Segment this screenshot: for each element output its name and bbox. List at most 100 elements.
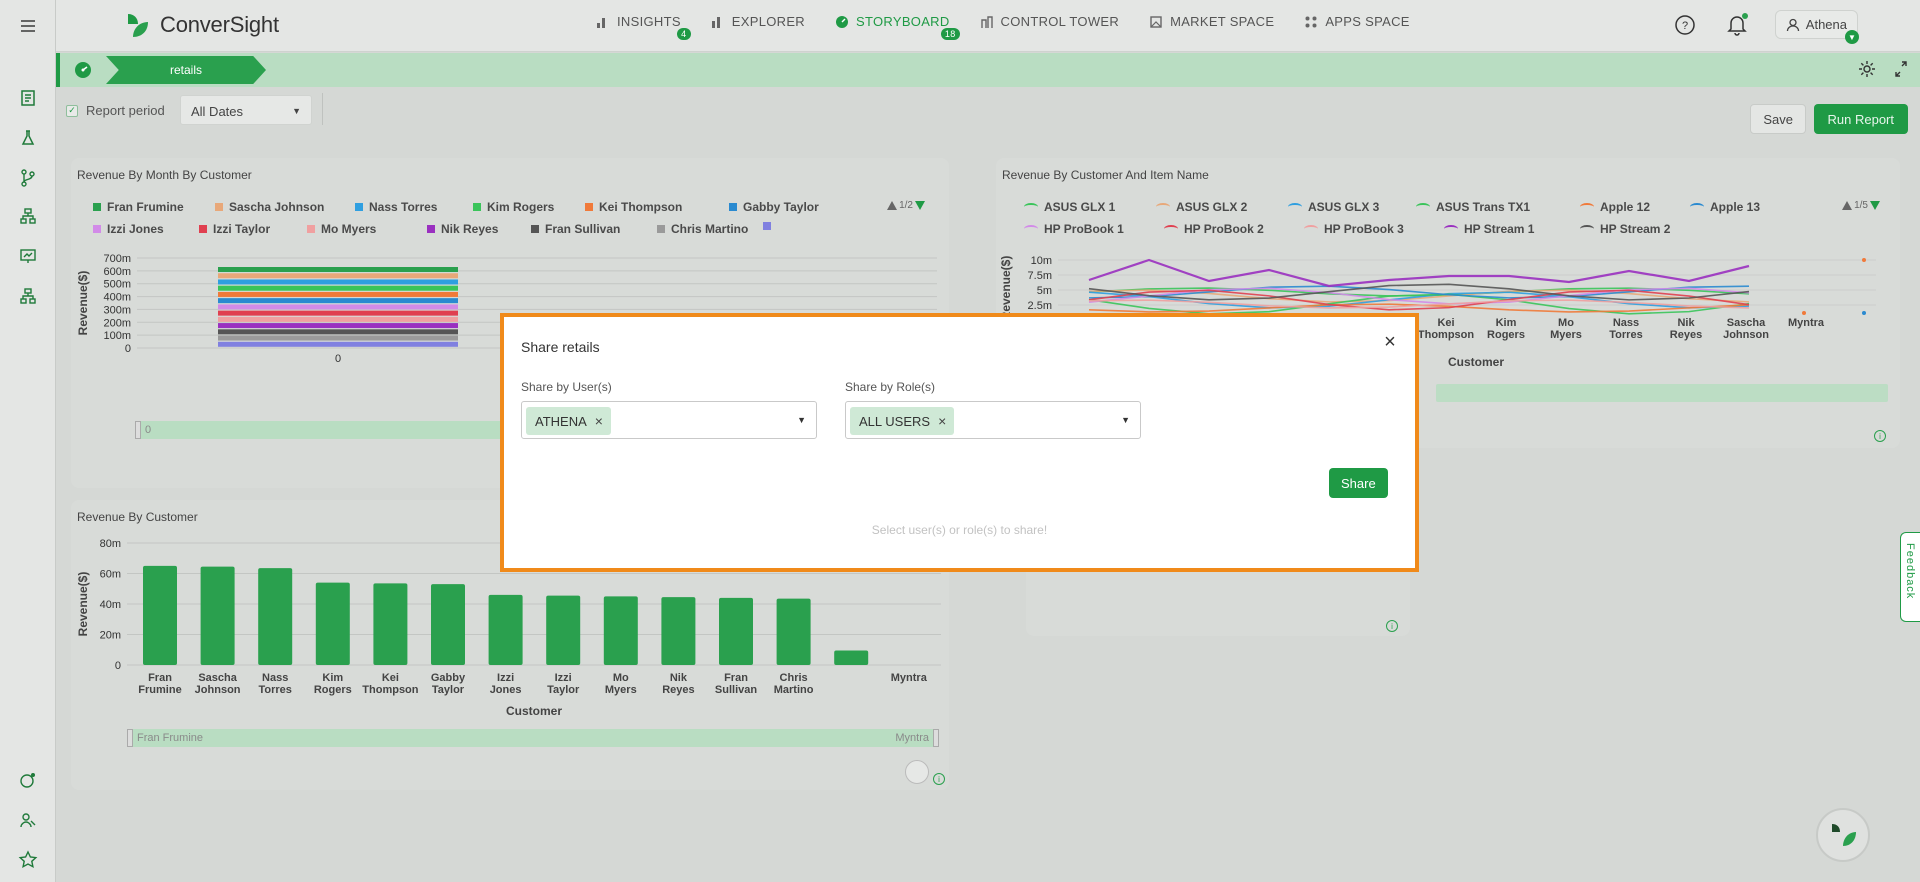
remove-chip-icon[interactable]: × [595, 413, 603, 429]
legend-item[interactable]: HP ProBook 2 [1164, 222, 1264, 236]
org-chart-icon[interactable] [16, 284, 40, 308]
nav-control-tower[interactable]: CONTROL TOWER [980, 14, 1120, 29]
share-users-label: Share by User(s) [521, 380, 612, 394]
legend-swatch [1580, 203, 1594, 211]
legend-item[interactable]: Kim Rogers [473, 200, 554, 214]
report-period-toggle[interactable]: ✓ Report period [66, 103, 165, 118]
legend: Fran Frumine Sascha Johnson Nass Torres Kim… [93, 200, 913, 240]
chevron-down-icon[interactable]: ▼ [1845, 30, 1859, 44]
lab-flask-icon[interactable] [16, 126, 40, 150]
legend-item[interactable]: Fran Frumine [93, 200, 184, 214]
x-tick-label: Rogers [314, 684, 352, 696]
menu-icon[interactable] [16, 14, 40, 38]
legend-item[interactable]: Nass Torres [355, 200, 437, 214]
caret-down-icon[interactable]: ▼ [1121, 415, 1130, 425]
chat-assistant-button[interactable] [1816, 808, 1870, 862]
page-up-icon[interactable] [1842, 201, 1853, 210]
legend-item[interactable]: ASUS GLX 2 [1156, 200, 1247, 214]
caret-down-icon[interactable]: ▼ [797, 415, 806, 425]
legend-item[interactable] [763, 222, 777, 230]
legend-item[interactable]: Izzi Jones [93, 222, 164, 236]
save-button[interactable]: Save [1750, 104, 1806, 134]
help-icon[interactable]: ? [1671, 11, 1699, 39]
legend-pager[interactable]: 1/5 [1842, 200, 1880, 211]
legend-item[interactable]: ASUS GLX 1 [1024, 200, 1115, 214]
left-rail [0, 0, 56, 882]
slider-label: 0 [145, 424, 152, 436]
remove-chip-icon[interactable]: × [938, 413, 946, 429]
conversight-logo[interactable]: ConverSight [122, 10, 279, 40]
star-icon[interactable] [16, 848, 40, 872]
legend-item[interactable]: Apple 12 [1580, 200, 1650, 214]
info-icon[interactable]: i [1874, 430, 1886, 442]
legend-item[interactable]: Fran Sullivan [531, 222, 620, 236]
legend-item[interactable]: Apple 13 [1690, 200, 1760, 214]
share-button[interactable]: Share [1329, 468, 1388, 498]
y-axis-label: Revenue($) [76, 271, 90, 336]
nav-insights[interactable]: INSIGHTS 4 [596, 14, 691, 40]
page-down-icon[interactable] [1870, 201, 1880, 210]
user-menu-button[interactable]: Athena ▼ [1774, 10, 1859, 44]
page-down-icon[interactable] [915, 201, 925, 210]
legend-item[interactable]: Mo Myers [307, 222, 376, 236]
legend-item[interactable]: Izzi Taylor [199, 222, 270, 236]
legend-label: ASUS GLX 1 [1044, 200, 1116, 214]
nav-explorer[interactable]: EXPLORER [711, 14, 805, 29]
legend-item[interactable]: HP Stream 2 [1580, 222, 1670, 236]
bot-face-icon[interactable] [905, 760, 929, 784]
legend-swatch [1444, 225, 1458, 233]
slider-handle-left[interactable] [127, 729, 133, 747]
bar [834, 650, 869, 665]
expand-icon[interactable] [1894, 60, 1908, 78]
legend-item[interactable]: ASUS GLX 3 [1288, 200, 1379, 214]
storyboard-gauge-icon [75, 62, 91, 78]
legend-item[interactable]: Sascha Johnson [215, 200, 324, 214]
date-range-select[interactable]: All Dates ▼ [180, 95, 312, 125]
run-report-button[interactable]: Run Report [1813, 104, 1908, 134]
close-icon[interactable]: × [1381, 332, 1399, 352]
legend-pager[interactable]: 1/2 [887, 200, 925, 211]
nav-market-space[interactable]: MARKET SPACE [1149, 14, 1274, 29]
stacked-bar-segment [218, 304, 458, 310]
zoom-slider[interactable]: 0 [135, 421, 515, 439]
story-tab-retails[interactable]: retails [106, 56, 266, 84]
legend-swatch [215, 203, 223, 211]
nav-insights-label: INSIGHTS [617, 14, 681, 29]
nav-apps-space[interactable]: APPS SPACE [1304, 14, 1409, 29]
legend-swatch [355, 203, 363, 211]
nav-storyboard[interactable]: STORYBOARD 18 [835, 14, 960, 40]
x-tick-label: Kei [1437, 317, 1454, 329]
info-icon[interactable]: i [933, 773, 945, 785]
ai-assistant-icon[interactable] [16, 768, 40, 792]
legend-item[interactable]: HP ProBook 3 [1304, 222, 1404, 236]
slider-handle-right[interactable] [933, 729, 939, 747]
feedback-tab[interactable]: Feedback [1900, 532, 1920, 622]
insights-report-icon[interactable] [16, 86, 40, 110]
zoom-slider[interactable]: Fran Frumine Myntra [127, 729, 939, 747]
share-roles-select[interactable]: ALL USERS × ▼ [845, 401, 1141, 439]
legend-item[interactable]: Nik Reyes [427, 222, 498, 236]
users-icon[interactable] [16, 808, 40, 832]
legend-item[interactable]: HP ProBook 1 [1024, 222, 1124, 236]
x-tick-label: Reyes [662, 684, 694, 696]
storyboard-home-button[interactable] [56, 53, 106, 87]
legend-item[interactable]: HP Stream 1 [1444, 222, 1534, 236]
slider-handle[interactable] [135, 421, 141, 439]
presentation-icon[interactable] [16, 244, 40, 268]
info-icon[interactable]: i [1386, 620, 1398, 632]
branch-icon[interactable] [16, 166, 40, 190]
y-tick-label: 10m [1031, 255, 1052, 267]
page-up-icon[interactable] [887, 201, 898, 210]
legend-item[interactable]: Kei Thompson [585, 200, 682, 214]
share-users-select[interactable]: ATHENA × ▼ [521, 401, 817, 439]
settings-gear-icon[interactable] [1858, 60, 1876, 78]
legend-item[interactable]: Gabby Taylor [729, 200, 819, 214]
hierarchy-icon[interactable] [16, 204, 40, 228]
x-tick-label: Nik [1677, 317, 1695, 329]
checkbox-checked-icon[interactable]: ✓ [66, 104, 78, 117]
legend-item[interactable]: ASUS Trans TX1 [1416, 200, 1530, 214]
notification-bell-icon[interactable] [1723, 11, 1751, 39]
x-tick-label: Torres [1609, 329, 1642, 341]
zoom-slider[interactable] [1436, 384, 1888, 402]
legend-item[interactable]: Chris Martino [657, 222, 748, 236]
